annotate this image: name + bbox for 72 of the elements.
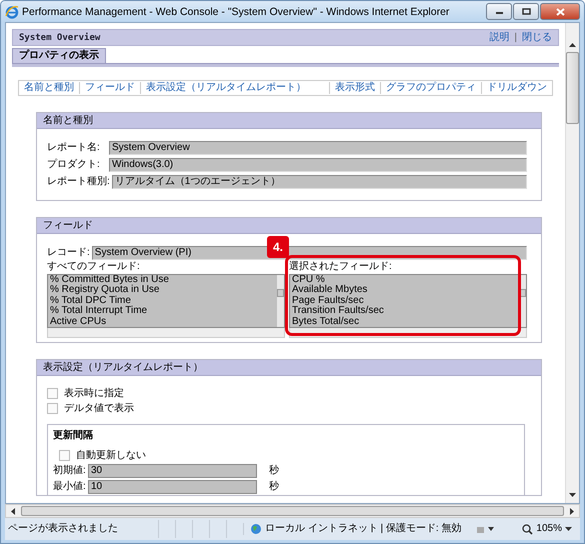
field-label: レコード:: [47, 246, 91, 258]
nav-link[interactable]: グラフのプロパティ: [381, 82, 482, 94]
nav-link[interactable]: ドリルダウン: [482, 82, 552, 94]
nav-link[interactable]: 表示設定（リアルタイムレポート）: [141, 82, 330, 94]
section-title: 名前と種別: [37, 113, 541, 129]
close-button[interactable]: [540, 3, 580, 20]
list-item[interactable]: Available Mbytes: [290, 285, 519, 296]
input-field[interactable]: 10: [88, 480, 257, 494]
list-item[interactable]: Transition Faults/sec: [290, 306, 519, 317]
zoom-control[interactable]: 105%: [522, 523, 580, 535]
field-label: レポート種別:: [47, 176, 111, 188]
minimize-button[interactable]: [486, 3, 512, 20]
nav-link[interactable]: 名前と種別: [19, 82, 80, 94]
scroll-thumb[interactable]: [566, 52, 579, 124]
checkbox[interactable]: [47, 388, 58, 399]
checkbox-label: 自動更新しない: [76, 450, 146, 462]
group-title: 更新間隔: [53, 430, 94, 442]
separator: |: [514, 32, 517, 44]
scroll-up-icon[interactable]: [569, 43, 576, 47]
list-item[interactable]: % Total Interrupt Time: [48, 306, 277, 317]
window-title: Performance Management - Web Console - "System Overview" - Windows Internet Explorer: [22, 6, 450, 18]
close-icon: [556, 8, 564, 16]
field-list[interactable]: CPU % Available Mbytes Page Faults/sec Transition Faults/sec Bytes Total/sec: [289, 274, 527, 328]
field-label: 初期値:: [53, 465, 87, 477]
list-item[interactable]: Bytes Total/sec: [290, 316, 519, 327]
list-item[interactable]: % Total DPC Time: [48, 296, 277, 306]
unit-label: 秒: [269, 465, 279, 477]
field-label: レポート名:: [47, 142, 101, 154]
list-label: すべてのフィールド:: [47, 261, 141, 274]
list-item[interactable]: CPU %: [290, 275, 519, 286]
section-title: 表示設定（リアルタイムレポート）: [37, 360, 541, 376]
step-badge: 4.: [267, 236, 289, 258]
input-field[interactable]: System Overview: [109, 140, 527, 154]
header-link[interactable]: 閉じる: [522, 32, 552, 44]
scroll-right-icon[interactable]: [570, 508, 574, 514]
list-item[interactable]: Active CPUs: [48, 316, 277, 327]
tab[interactable]: プロパティの表示: [12, 48, 106, 63]
section-title: フィールド: [37, 218, 541, 234]
checkbox-label: 表示時に指定: [64, 388, 124, 400]
scroll-thumb[interactable]: [21, 506, 564, 516]
field-list[interactable]: % Committed Bytes in Use % Registry Quota in Use % Total DPC Time % Total Interrupt Time Active CPUs: [47, 274, 285, 328]
nav-link[interactable]: フィールド: [80, 82, 141, 94]
scroll-down-icon[interactable]: [569, 493, 576, 497]
status-text: ページが表示されました: [7, 523, 119, 535]
checkbox[interactable]: [47, 403, 58, 414]
unit-label: 秒: [269, 481, 279, 493]
list-item[interactable]: % Registry Quota in Use: [48, 285, 277, 296]
checkbox-label: デルタ値で表示: [64, 402, 134, 414]
list-scrollbar[interactable]: [277, 275, 284, 327]
page-title: System Overview: [19, 32, 100, 44]
list-item[interactable]: % Committed Bytes in Use: [48, 275, 277, 286]
magnifier-icon: [522, 524, 534, 534]
header-link[interactable]: 説明: [489, 32, 510, 44]
field-label: 最小値:: [53, 481, 87, 493]
maximize-icon: [522, 8, 530, 15]
caret-icon: [565, 527, 572, 531]
browser-logo-icon: [5, 4, 19, 18]
horizontal-scrollbar[interactable]: [5, 504, 580, 518]
vertical-scrollbar[interactable]: [565, 23, 579, 503]
globe-icon: [250, 523, 262, 535]
input-field[interactable]: Windows(3.0): [109, 158, 527, 172]
input-field[interactable]: 30: [88, 464, 257, 478]
maximize-button[interactable]: [513, 3, 539, 20]
list-horizontal-scrollbar[interactable]: [47, 328, 285, 338]
nav-link[interactable]: 表示形式: [330, 82, 381, 94]
list-label: 選択されたフィールド:: [289, 261, 393, 274]
input-field[interactable]: リアルタイム（1つのエージェント）: [112, 174, 527, 188]
security-zone-text: ローカル イントラネット | 保護モード: 無効: [265, 523, 462, 535]
list-item[interactable]: Page Faults/sec: [290, 296, 519, 306]
checkbox[interactable]: [59, 450, 70, 461]
field-label: プロダクト:: [47, 158, 101, 170]
scroll-left-icon[interactable]: [11, 508, 15, 514]
